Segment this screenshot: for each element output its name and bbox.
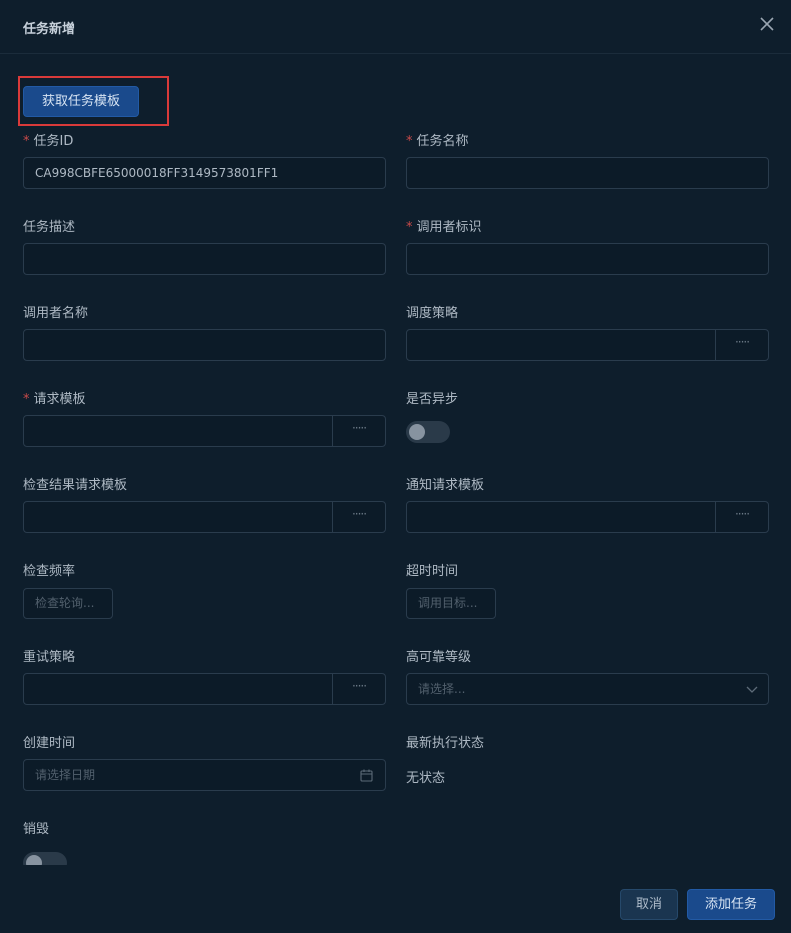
task-desc-input[interactable] <box>23 243 386 275</box>
task-id-input[interactable]: CA998CBFE65000018FF3149573801FF1 <box>23 157 386 189</box>
latest-status-label: 最新执行状态 <box>406 736 485 751</box>
schedule-policy-input[interactable]: ····· <box>406 329 769 361</box>
caller-id-label: * 调用者标识 <box>406 220 482 235</box>
dialog-footer: 取消 添加任务 <box>0 865 791 933</box>
chevron-down-icon <box>746 686 758 693</box>
switch-knob <box>26 855 42 865</box>
switch-knob <box>409 424 425 440</box>
dialog-body: 获取任务模板 * 任务ID CA998CBFE65000018FF31495738… <box>0 55 791 865</box>
create-time-input[interactable]: 请选择日期 <box>23 759 386 791</box>
check-freq-input[interactable]: 检查轮询... <box>23 588 113 619</box>
add-task-button[interactable]: 添加任务 <box>687 889 775 920</box>
cancel-button[interactable]: 取消 <box>620 889 678 920</box>
calendar-icon <box>360 769 373 782</box>
create-time-placeholder: 请选择日期 <box>35 768 96 782</box>
destroy-label: 销毁 <box>23 822 50 837</box>
schedule-policy-picker-button[interactable]: ····· <box>715 330 768 360</box>
notify-template-picker-button[interactable]: ····· <box>715 502 768 532</box>
task-add-dialog: 任务新增 获取任务模板 * 任务ID CA998CBFE65000018FF314… <box>0 0 791 933</box>
task-name-input[interactable] <box>406 157 769 189</box>
timeout-input[interactable]: 调用目标... <box>406 588 496 619</box>
notify-template-input[interactable]: ····· <box>406 501 769 533</box>
task-name-label: * 任务名称 <box>406 134 469 149</box>
request-template-picker-button[interactable]: ····· <box>332 416 385 446</box>
schedule-policy-label: 调度策略 <box>406 306 459 321</box>
timeout-label: 超时时间 <box>406 564 459 579</box>
check-result-template-input[interactable]: ····· <box>23 501 386 533</box>
task-id-label: * 任务ID <box>23 134 74 149</box>
check-result-template-label: 检查结果请求模板 <box>23 478 128 493</box>
ha-level-placeholder: 请选择... <box>418 682 466 696</box>
check-freq-label: 检查频率 <box>23 564 76 579</box>
get-task-template-button[interactable]: 获取任务模板 <box>23 86 139 117</box>
close-icon[interactable] <box>759 16 775 32</box>
notify-template-label: 通知请求模板 <box>406 478 485 493</box>
dialog-header: 任务新增 <box>0 0 791 54</box>
check-result-template-picker-button[interactable]: ····· <box>332 502 385 532</box>
caller-name-input[interactable] <box>23 329 386 361</box>
retry-policy-input[interactable]: ····· <box>23 673 386 705</box>
retry-policy-label: 重试策略 <box>23 650 76 665</box>
retry-policy-picker-button[interactable]: ····· <box>332 674 385 704</box>
destroy-switch[interactable] <box>23 852 67 865</box>
caller-name-label: 调用者名称 <box>23 306 89 321</box>
create-time-label: 创建时间 <box>23 736 76 751</box>
task-desc-label: 任务描述 <box>23 220 76 235</box>
ha-level-select[interactable]: 请选择... <box>406 673 769 705</box>
request-template-input[interactable]: ····· <box>23 415 386 447</box>
dialog-title: 任务新增 <box>23 22 76 37</box>
is-async-label: 是否异步 <box>406 392 459 407</box>
ha-level-label: 高可靠等级 <box>406 650 472 665</box>
latest-status-value: 无状态 <box>406 771 446 786</box>
is-async-switch[interactable] <box>406 421 450 443</box>
request-template-label: * 请求模板 <box>23 392 86 407</box>
caller-id-input[interactable] <box>406 243 769 275</box>
